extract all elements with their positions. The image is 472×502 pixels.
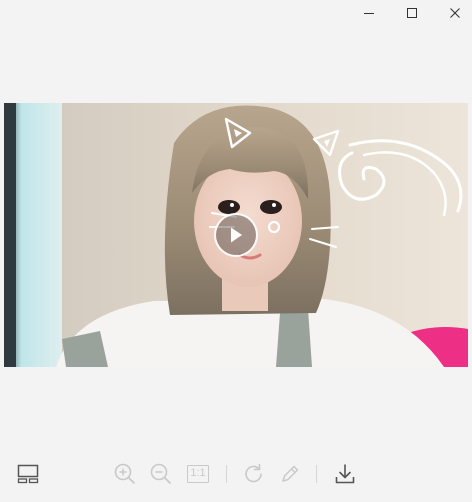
close-icon bbox=[450, 8, 460, 18]
toolbar-divider bbox=[226, 465, 227, 483]
download-button[interactable] bbox=[330, 460, 360, 488]
actual-size-button[interactable]: 1:1 bbox=[183, 460, 213, 488]
bottom-toolbar: 1:1 bbox=[0, 456, 472, 492]
rotate-icon bbox=[245, 463, 262, 483]
edit-button[interactable] bbox=[275, 460, 305, 488]
edit-pencil-icon bbox=[282, 465, 299, 482]
minimize-button[interactable] bbox=[347, 0, 391, 26]
zoom-out-button[interactable] bbox=[146, 460, 176, 488]
play-button[interactable] bbox=[214, 213, 258, 257]
zoom-in-icon bbox=[114, 463, 135, 484]
zoom-out-icon bbox=[150, 463, 171, 484]
toolbar-divider bbox=[316, 465, 317, 483]
download-icon bbox=[335, 464, 355, 484]
maximize-icon bbox=[407, 8, 417, 18]
thumbnails-button[interactable] bbox=[13, 460, 43, 488]
actual-size-label: 1:1 bbox=[187, 465, 209, 483]
maximize-button[interactable] bbox=[390, 0, 434, 26]
thumbnail-strip-icon bbox=[17, 464, 39, 484]
title-bar bbox=[0, 0, 472, 26]
close-button[interactable] bbox=[433, 0, 472, 26]
rotate-button[interactable] bbox=[239, 460, 269, 488]
minimize-icon bbox=[364, 13, 374, 14]
zoom-in-button[interactable] bbox=[110, 460, 140, 488]
media-viewer[interactable] bbox=[4, 103, 468, 367]
play-icon bbox=[231, 227, 242, 243]
